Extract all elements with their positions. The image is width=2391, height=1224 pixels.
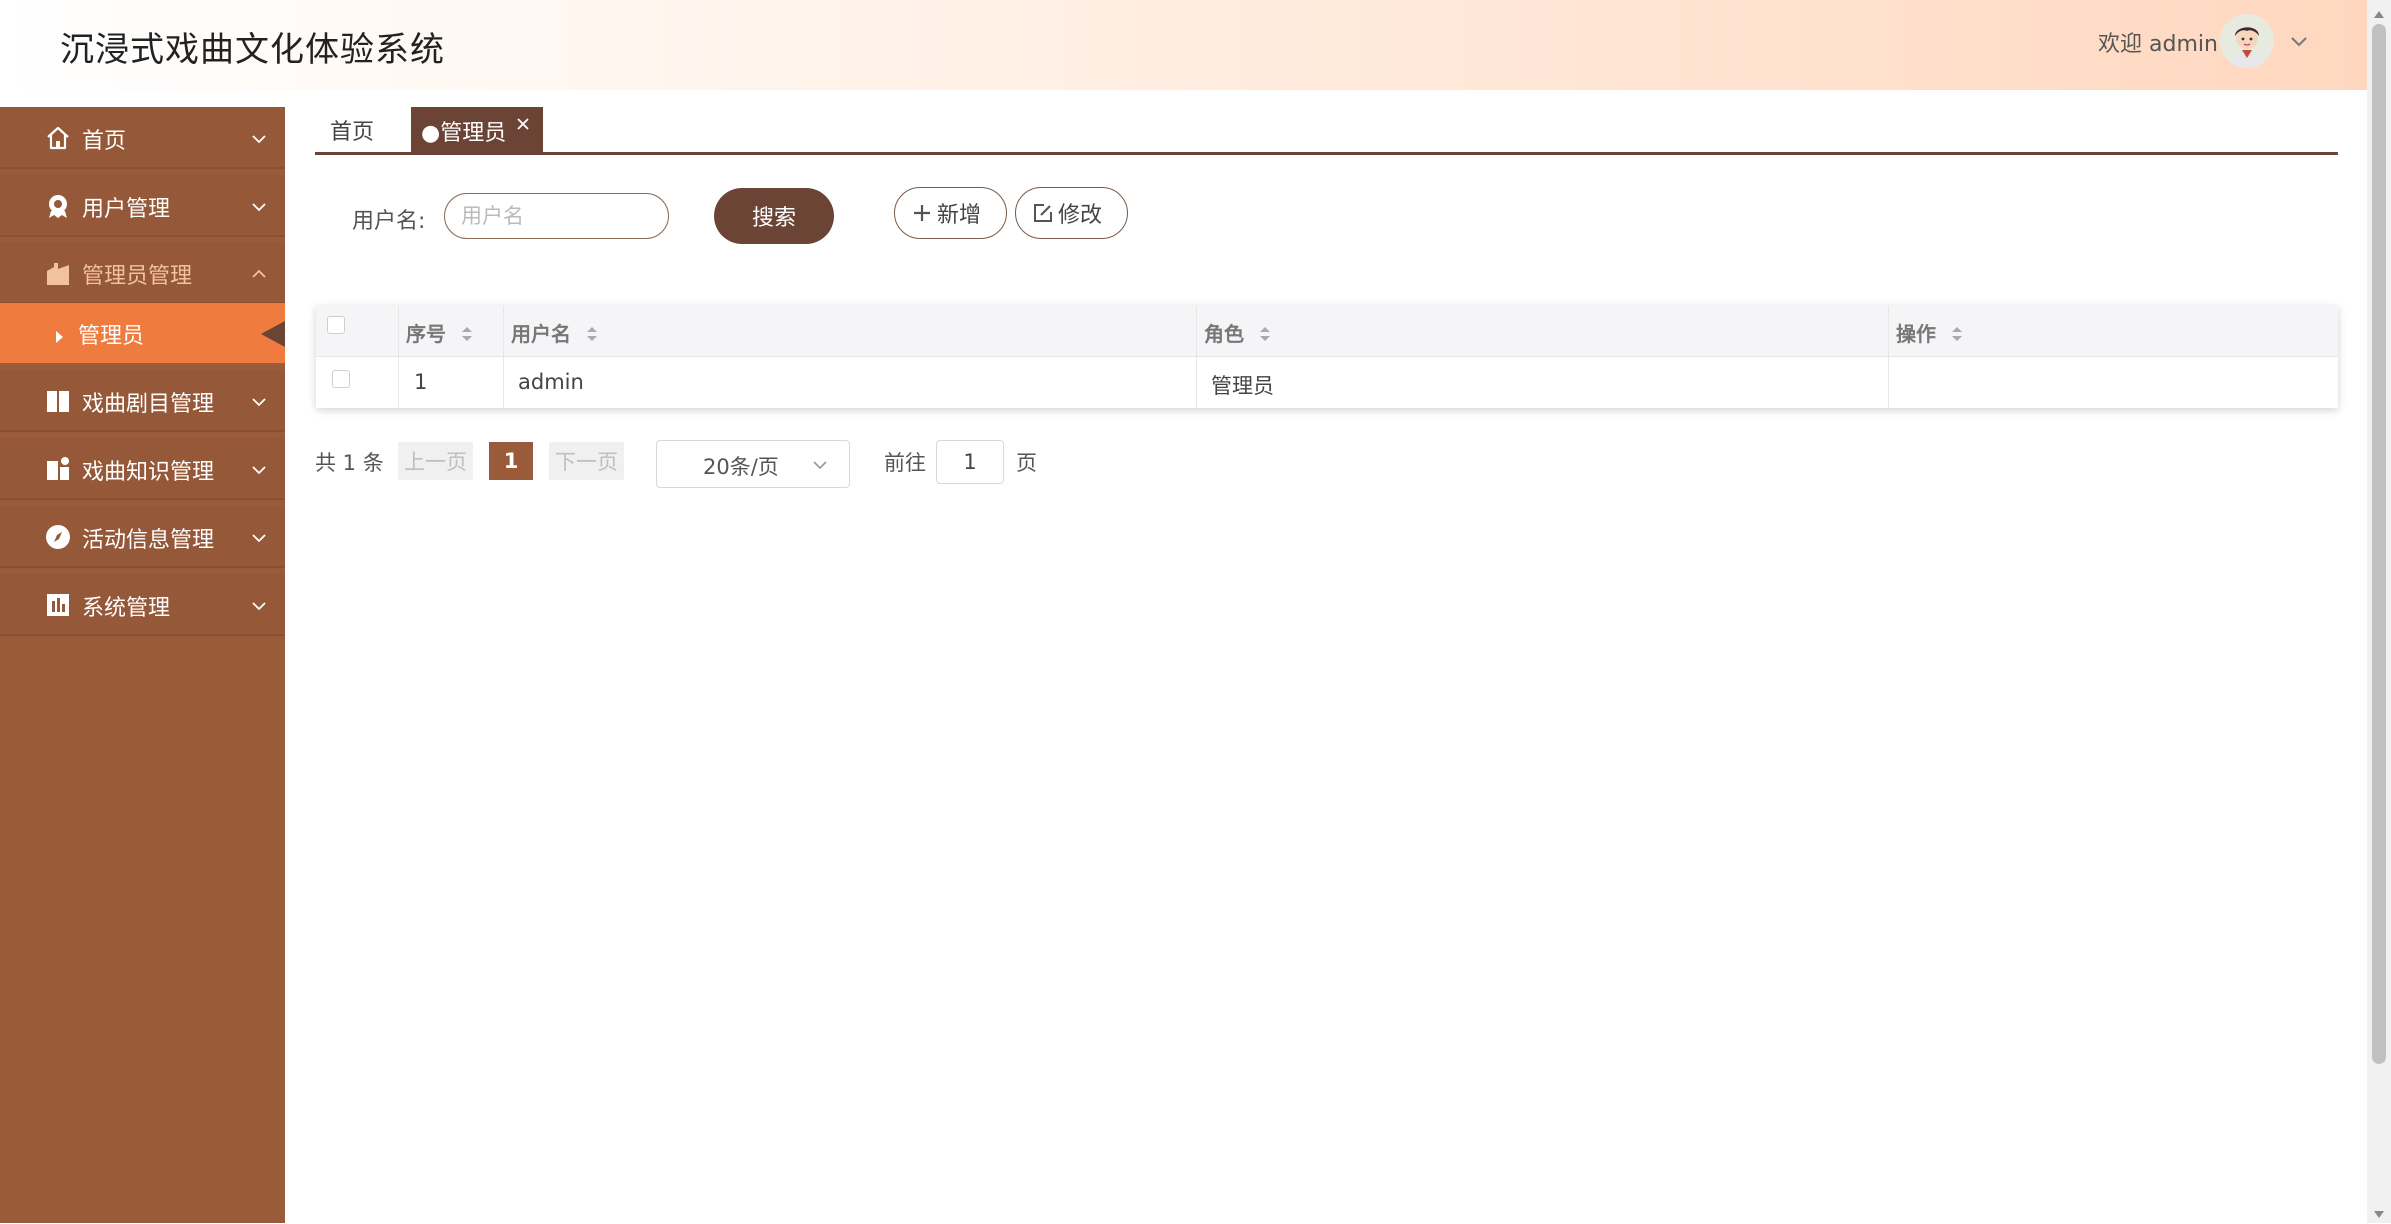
chevron-up-icon [250, 264, 268, 282]
chevron-down-icon [250, 528, 268, 546]
table-header: 序号 用户名 角色 操作 [316, 306, 2338, 357]
chevron-down-icon [250, 392, 268, 410]
vertical-scrollbar[interactable] [2367, 0, 2391, 1223]
edit-icon [1032, 202, 1054, 224]
goto-label: 前往 [884, 451, 926, 475]
chevron-down-icon [811, 455, 829, 473]
close-icon[interactable] [515, 113, 531, 130]
app-title: 沉浸式戏曲文化体验系统 [60, 30, 445, 70]
sidebar-item-opera-knowledge[interactable]: 戏曲知识管理 [0, 438, 285, 500]
sidebar-item-system[interactable]: 系统管理 [0, 574, 285, 636]
sidebar-item-label: 用户管理 [82, 197, 171, 222]
active-indicator-icon [261, 321, 285, 353]
column-header-actions[interactable]: 操作 [1896, 318, 1963, 347]
sidebar-item-label: 活动信息管理 [82, 528, 215, 553]
sidebar-item-label: 管理员管理 [82, 264, 193, 289]
book-icon [44, 387, 72, 415]
tabs-divider [315, 152, 2338, 155]
scroll-up-icon[interactable] [2373, 6, 2385, 18]
sort-icon[interactable] [461, 324, 473, 344]
chevron-down-icon[interactable] [2288, 30, 2310, 52]
sidebar-item-label: 戏曲剧目管理 [82, 392, 215, 417]
chevron-down-icon [250, 197, 268, 215]
top-header: 沉浸式戏曲文化体验系统 欢迎 admin [0, 0, 2367, 90]
edit-button[interactable]: 修改 [1015, 187, 1128, 239]
page-suffix-label: 页 [1016, 451, 1037, 475]
plus-icon [911, 202, 933, 224]
chevron-down-icon [250, 129, 268, 147]
column-header-label: 用户名 [511, 322, 571, 346]
add-button[interactable]: 新增 [894, 187, 1007, 239]
cell-index: 1 [414, 370, 428, 394]
prev-page-button[interactable]: 上一页 [398, 442, 473, 480]
cell-username: admin [518, 370, 584, 394]
chevron-down-icon [250, 596, 268, 614]
column-divider [503, 306, 504, 408]
chevron-down-icon [250, 460, 268, 478]
sidebar-item-opera-repertoire[interactable]: 戏曲剧目管理 [0, 370, 285, 432]
column-divider [1888, 306, 1889, 408]
edit-button-label: 修改 [1058, 203, 1103, 228]
sidebar-subitem-label: 管理员 [78, 324, 145, 349]
sidebar-item-label: 戏曲知识管理 [82, 460, 215, 485]
page-size-select[interactable]: 20条/页 [656, 440, 850, 488]
page-number-button[interactable]: 1 [489, 442, 533, 480]
page-size-value: 20条/页 [703, 455, 779, 479]
sidebar-item-admin-management[interactable]: 管理员管理 [0, 242, 285, 304]
sort-icon[interactable] [1951, 324, 1963, 344]
column-header-label: 操作 [1896, 322, 1936, 346]
column-header-label: 序号 [406, 322, 446, 346]
goto-page-input[interactable] [936, 440, 1004, 484]
admin-table: 序号 用户名 角色 操作 1 admin 管理员 [316, 306, 2338, 408]
sidebar-item-label: 首页 [82, 129, 127, 154]
home-icon [44, 124, 72, 152]
sidebar-item-activity-info[interactable]: 活动信息管理 [0, 506, 285, 568]
scrollbar-thumb[interactable] [2372, 24, 2386, 1064]
sidebar-item-users[interactable]: 用户管理 [0, 175, 285, 237]
welcome-text: 欢迎 admin [2098, 32, 2218, 57]
column-header-index[interactable]: 序号 [406, 318, 473, 347]
user-avatar-icon[interactable] [2220, 14, 2274, 68]
tab-label: ●管理员 [421, 121, 507, 146]
compass-icon [44, 523, 72, 551]
tab-admin[interactable]: ●管理员 [411, 107, 543, 153]
pagination-total: 共 1 条 [315, 451, 384, 475]
building-icon [44, 259, 72, 287]
sort-icon[interactable] [1259, 324, 1271, 344]
caret-right-icon [54, 325, 64, 350]
cell-role: 管理员 [1211, 374, 1274, 398]
select-all-checkbox[interactable] [327, 316, 345, 334]
username-label: 用户名: [352, 209, 426, 234]
username-search-input[interactable] [444, 193, 669, 239]
column-divider [1196, 306, 1197, 408]
scroll-down-icon[interactable] [2373, 1205, 2385, 1218]
sort-icon[interactable] [586, 324, 598, 344]
add-button-label: 新增 [937, 203, 982, 228]
chart-icon [44, 591, 72, 619]
search-button[interactable]: 搜索 [714, 188, 834, 244]
doc-icon [44, 455, 72, 483]
sidebar-item-label: 系统管理 [82, 596, 171, 621]
column-header-username[interactable]: 用户名 [511, 318, 598, 347]
user-badge-icon [44, 192, 72, 220]
column-header-label: 角色 [1204, 322, 1244, 346]
column-header-role[interactable]: 角色 [1204, 318, 1271, 347]
sidebar-subitem-admin[interactable]: 管理员 [0, 303, 285, 363]
next-page-button[interactable]: 下一页 [549, 442, 624, 480]
sidebar-item-home[interactable]: 首页 [0, 107, 285, 169]
sidebar: 首页 用户管理 管理员管理 管理员 戏曲剧目管理 戏曲知识管理 活动信息管理 系… [0, 107, 285, 1223]
column-divider [398, 306, 399, 408]
row-checkbox[interactable] [332, 370, 350, 388]
tab-home[interactable]: 首页 [330, 114, 374, 146]
